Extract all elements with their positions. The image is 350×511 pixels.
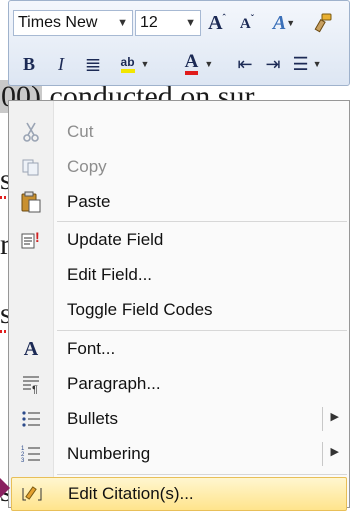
font-icon: A [23, 337, 39, 360]
menu-separator [57, 221, 347, 222]
increase-indent-button[interactable]: ⇥ [259, 51, 287, 77]
menu-separator [57, 330, 347, 331]
edit-citation-icon [12, 477, 52, 511]
font-size-value: 12 [140, 14, 158, 31]
menu-item-copy[interactable]: Copy [11, 150, 347, 184]
svg-text:¶: ¶ [32, 384, 38, 394]
svg-text:!: ! [35, 230, 40, 245]
bullets-icon: ☰ [292, 53, 309, 74]
menu-item-label: Bullets [67, 409, 119, 428]
chevron-down-icon: ▼ [286, 18, 296, 28]
font-color-button[interactable]: A ▼ [177, 51, 221, 77]
bullets-button[interactable]: ☰ ▼ [287, 51, 327, 77]
format-painter-button[interactable] [309, 10, 337, 36]
mini-toolbar: Times New ▼ 12 ▼ Aˆ Aˇ A ▼ B I ≣ ab ▼ A ▼… [8, 0, 350, 86]
shrink-font-button[interactable]: Aˇ [233, 10, 261, 36]
submenu-divider [322, 442, 323, 466]
menu-item-cut[interactable]: Cut [11, 115, 347, 149]
context-menu: Cut Copy Paste ! Update Field Edit Field… [8, 100, 350, 511]
chevron-right-icon[interactable]: ▶ [331, 410, 339, 423]
highlight-icon: ab [120, 55, 135, 73]
menu-item-paragraph[interactable]: ¶ Paragraph... [11, 367, 347, 401]
submenu-divider [322, 407, 323, 431]
menu-item-label: Font... [67, 339, 116, 358]
menu-item-label: Paragraph... [67, 374, 161, 393]
bold-button[interactable]: B [15, 51, 43, 77]
svg-text:3: 3 [21, 458, 25, 464]
format-painter-icon [314, 13, 332, 33]
menu-item-bullets[interactable]: Bullets ▶ [11, 402, 347, 436]
menu-item-label: Edit Citation(s)... [68, 484, 194, 503]
menu-item-label: Update Field [67, 230, 164, 249]
menu-item-label: Edit Field... [67, 265, 153, 284]
font-name-combo[interactable]: Times New ▼ [13, 10, 133, 36]
font-size-combo[interactable]: 12 ▼ [135, 10, 201, 36]
font-color-icon: A [184, 52, 199, 75]
bold-icon: B [22, 53, 35, 74]
menu-item-font[interactable]: A Font... [11, 332, 347, 366]
italic-button[interactable]: I [47, 51, 75, 77]
grow-font-button[interactable]: Aˆ [203, 10, 231, 36]
pointer-marker [0, 478, 10, 498]
menu-item-paste[interactable]: Paste [11, 185, 347, 219]
decrease-indent-button[interactable]: ⇤ [231, 51, 259, 77]
menu-item-edit-citations[interactable]: Edit Citation(s)... [11, 477, 347, 511]
font-name-value: Times New [18, 14, 98, 31]
grow-font-icon: Aˆ [208, 11, 226, 34]
decrease-indent-icon: ⇤ [237, 53, 253, 74]
menu-item-numbering[interactable]: 123 Numbering ▶ [11, 437, 347, 471]
menu-item-update-field[interactable]: ! Update Field [11, 223, 347, 257]
paste-icon [11, 185, 51, 219]
chevron-down-icon: ▼ [140, 59, 150, 69]
center-align-icon: ≣ [84, 53, 102, 76]
chevron-down-icon[interactable]: ▼ [185, 11, 196, 35]
menu-item-edit-field[interactable]: Edit Field... [11, 258, 347, 292]
chevron-down-icon[interactable]: ▼ [117, 11, 128, 35]
menu-item-label: Toggle Field Codes [67, 300, 213, 319]
bullets-icon [11, 402, 51, 436]
update-field-icon: ! [11, 223, 51, 257]
scissors-icon [11, 115, 51, 149]
menu-item-label: Copy [67, 157, 107, 176]
increase-indent-icon: ⇥ [265, 53, 281, 74]
menu-item-label: Cut [67, 122, 94, 141]
menu-item-toggle-field-codes[interactable]: Toggle Field Codes [11, 293, 347, 327]
menu-separator [57, 474, 347, 475]
styles-icon: A [272, 11, 287, 34]
chevron-down-icon: ▼ [204, 59, 214, 69]
menu-item-label: Paste [67, 192, 111, 211]
menu-item-label: Numbering [67, 444, 151, 463]
highlight-button[interactable]: ab ▼ [113, 51, 157, 77]
copy-icon [11, 150, 51, 184]
chevron-down-icon: ▼ [312, 59, 322, 69]
numbering-icon: 123 [11, 437, 51, 471]
italic-icon: I [58, 53, 64, 74]
styles-button[interactable]: A ▼ [265, 10, 303, 36]
center-align-button[interactable]: ≣ [79, 51, 107, 77]
shrink-font-icon: Aˇ [239, 13, 255, 32]
chevron-right-icon[interactable]: ▶ [331, 445, 339, 458]
paragraph-icon: ¶ [11, 367, 51, 401]
